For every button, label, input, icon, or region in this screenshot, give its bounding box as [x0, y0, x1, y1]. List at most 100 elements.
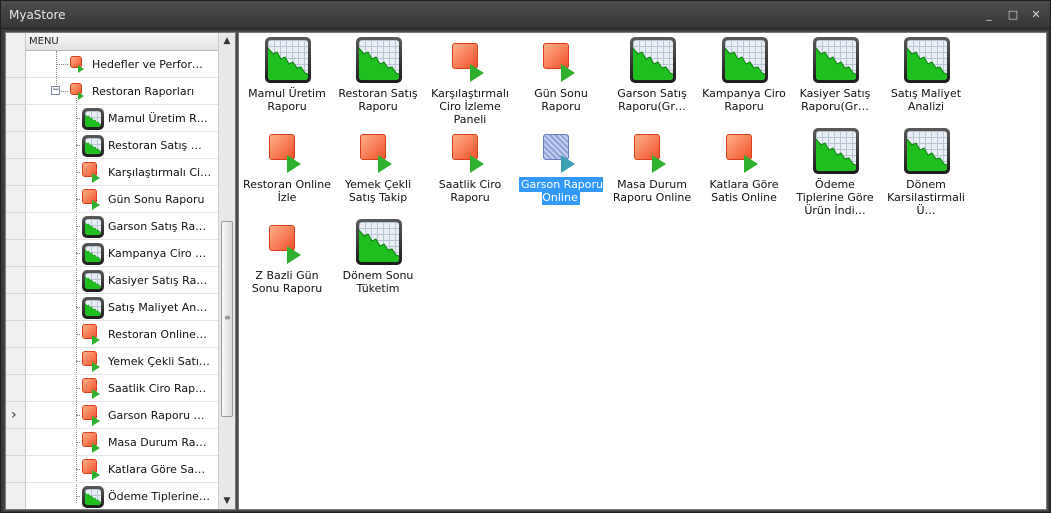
close-icon[interactable]: ✕ [1028, 7, 1044, 23]
menu-tree-item-label: Mamul Üretim R… [108, 112, 208, 125]
menu-tree-item[interactable]: Yemek Çekli Satı… [26, 348, 218, 375]
report-tile[interactable]: Satış Maliyet Analizi [882, 35, 970, 123]
menu-tree: Hedefler ve Perfor… − Restoran Raporları Ma… [26, 51, 218, 509]
row-indicator-cell[interactable] [6, 321, 26, 348]
report-tile-label: Garson Satış Raporu(Gr… [617, 87, 687, 113]
report-tile[interactable]: Mamul Üretim Raporu [243, 35, 331, 123]
menu-tree-item[interactable]: − Restoran Raporları [26, 78, 218, 105]
report-tile[interactable]: Ödeme Tiplerine Göre Ürün İndi… [791, 126, 879, 217]
menu-tree-item[interactable]: Mamul Üretim R… [26, 105, 218, 132]
report-tile-label: Dönem Sonu Tüketim [342, 269, 414, 295]
report-tile[interactable]: Yemek Çekli Satış Takip [334, 126, 422, 214]
menu-tree-item[interactable]: Satış Maliyet An… [26, 294, 218, 321]
menu-tree-item-label: Satış Maliyet An… [108, 301, 208, 314]
minimize-icon[interactable]: _ [981, 7, 997, 23]
play-report-icon [634, 134, 674, 174]
report-tile[interactable]: Dönem Karsilastirmali Ü… [882, 126, 970, 217]
row-indicator-cell[interactable] [6, 132, 26, 159]
report-tile[interactable]: Kasiyer Satış Raporu(Gr… [791, 35, 879, 123]
report-tile[interactable]: Katlara Göre Satis Online [700, 126, 788, 214]
menu-tree-item-label: Restoran Satış … [108, 139, 202, 152]
menu-tree-item-label: Hedefler ve Perfor… [92, 58, 203, 71]
report-tile[interactable]: Kampanya Ciro Raporu [700, 35, 788, 123]
report-tile[interactable]: Garson Satış Raporu(Gr… [608, 35, 696, 123]
chart-report-icon [630, 37, 676, 83]
row-indicator-cell[interactable] [6, 429, 26, 456]
report-tile[interactable]: Restoran Online İzle [243, 126, 331, 214]
menu-tree-item-label: Restoran Online… [108, 328, 207, 341]
tree-connector-line [76, 145, 80, 146]
menu-tree-item[interactable]: Karşılaştırmalı Ci… [26, 159, 218, 186]
row-indicator-cell[interactable] [6, 267, 26, 294]
row-indicator-cell[interactable] [6, 213, 26, 240]
menu-tree-item[interactable]: Masa Durum Ra… [26, 429, 218, 456]
report-tile[interactable]: Z Bazli Gün Sonu Raporu [243, 217, 331, 305]
menu-column-header[interactable]: MENU [26, 33, 218, 51]
row-indicator-cell[interactable] [6, 186, 26, 213]
menu-tree-item[interactable]: Restoran Online… [26, 321, 218, 348]
maximize-icon[interactable]: □ [1005, 7, 1021, 23]
report-tiles-panel: Mamul Üretim Raporu Restoran Satış Raporu… [238, 32, 1047, 510]
row-indicator-cell[interactable] [6, 159, 26, 186]
menu-tree-item-label: Masa Durum Ra… [108, 436, 207, 449]
collapse-icon[interactable]: − [51, 86, 60, 95]
menu-tree-item[interactable]: Ödeme Tiplerine… [26, 483, 218, 509]
play-report-icon [82, 350, 104, 373]
row-indicator-cell[interactable] [6, 456, 26, 483]
report-tile-label: Restoran Satış Raporu [338, 87, 418, 113]
row-indicator-cell[interactable] [6, 105, 26, 132]
row-indicator-column: › [6, 33, 26, 509]
menu-tree-item[interactable]: Garson Raporu … [26, 402, 218, 429]
menu-tree-item[interactable]: Katlara Göre Sa… [26, 456, 218, 483]
menu-tree-item[interactable]: Kasiyer Satış Ra… [26, 267, 218, 294]
report-tile[interactable]: Gün Sonu Raporu [517, 35, 605, 123]
report-tile[interactable]: Masa Durum Raporu Online [608, 126, 696, 214]
report-tile[interactable]: Karşılaştırmalı Ciro İzleme Paneli [426, 35, 514, 126]
report-tile[interactable]: Saatlik Ciro Raporu [426, 126, 514, 214]
chart-report-icon [82, 485, 104, 508]
menu-tree-item-label: Kasiyer Satış Ra… [108, 274, 208, 287]
play-report-icon [269, 134, 309, 174]
chart-report-icon [82, 242, 104, 265]
scroll-down-icon[interactable]: ▼ [219, 493, 235, 509]
chart-report-icon [265, 37, 311, 83]
play-report-icon [269, 225, 309, 265]
chart-report-icon [82, 134, 104, 157]
report-tile-label: Karşılaştırmalı Ciro İzleme Paneli [431, 87, 509, 126]
row-indicator-cell[interactable] [6, 78, 26, 105]
tree-connector-line [76, 118, 80, 119]
chart-report-icon [82, 107, 104, 130]
scrollbar-thumb[interactable]: ≡ [221, 221, 233, 417]
menu-tree-item[interactable]: Kampanya Ciro … [26, 240, 218, 267]
menu-tree-item[interactable]: Garson Satış Ra… [26, 213, 218, 240]
chart-report-icon [82, 296, 104, 319]
chart-report-icon [82, 215, 104, 238]
report-tile[interactable]: Dönem Sonu Tüketim [334, 217, 422, 305]
menu-tree-item[interactable]: Saatlik Ciro Rap… [26, 375, 218, 402]
tree-connector-line [76, 388, 80, 389]
row-indicator-cell[interactable] [6, 51, 26, 78]
tree-connector-line [76, 442, 80, 443]
menu-tree-item[interactable]: Hedefler ve Perfor… [26, 51, 218, 78]
title-bar[interactable]: MyaStore _ □ ✕ [1, 1, 1050, 29]
row-indicator-cell[interactable] [6, 294, 26, 321]
menu-tree-item[interactable]: Restoran Satış … [26, 132, 218, 159]
scroll-up-icon[interactable]: ▲ [219, 33, 235, 49]
app-window: MyaStore _ □ ✕ › MENU Hedefler ve Perfor… [0, 0, 1051, 513]
menu-tree-item[interactable]: Gün Sonu Raporu [26, 186, 218, 213]
play-report-icon [543, 43, 583, 83]
row-indicator-cell[interactable] [6, 348, 26, 375]
play-report-icon [82, 431, 104, 454]
menu-tree-item-label: Kampanya Ciro … [108, 247, 207, 260]
row-indicator-cell[interactable] [6, 240, 26, 267]
report-tile[interactable]: Garson Raporu Online [517, 126, 605, 214]
play-report-icon [82, 188, 104, 211]
menu-tree-item-label: Restoran Raporları [92, 85, 195, 98]
row-indicator-cell[interactable] [6, 483, 26, 509]
report-tile[interactable]: Restoran Satış Raporu [334, 35, 422, 123]
menu-tree-item-label: Katlara Göre Sa… [108, 463, 206, 476]
row-indicator-cell[interactable] [6, 375, 26, 402]
play-report-icon [82, 458, 104, 481]
tree-scrollbar[interactable]: ▲ ≡ ▼ [218, 33, 235, 509]
tree-connector-line [76, 469, 80, 470]
